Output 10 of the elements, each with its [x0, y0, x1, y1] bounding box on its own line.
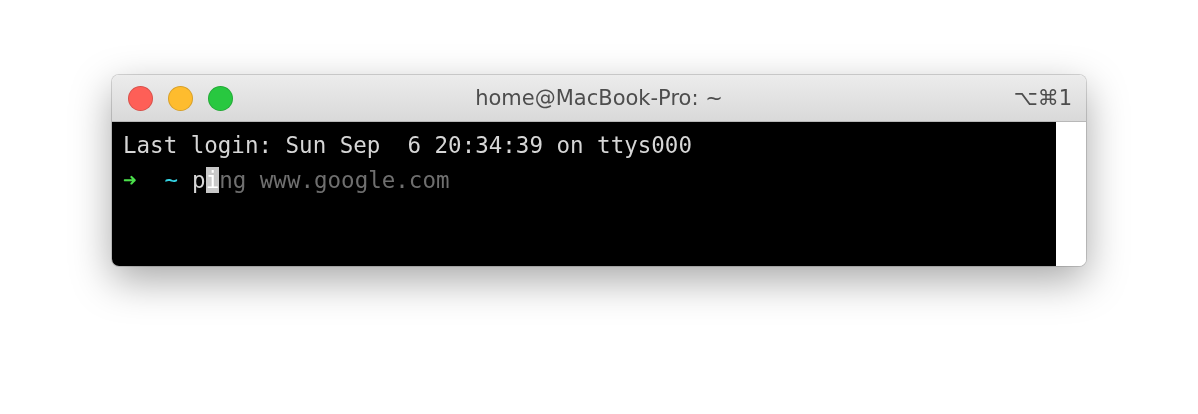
autosuggestion: ng www.google.com: [219, 167, 450, 193]
output-text: Last login: Sun Sep 6 20:34:39 on ttys000: [123, 132, 692, 158]
prompt-directory: ~: [164, 167, 179, 193]
window-title: home@MacBook-Pro: ~: [475, 86, 723, 110]
zoom-button[interactable]: [208, 85, 233, 111]
minimize-button[interactable]: [168, 85, 193, 111]
typed-command: p: [192, 167, 206, 193]
prompt-arrow: ➜: [123, 167, 137, 193]
close-button[interactable]: [128, 85, 153, 111]
shortcut-label: ⌥⌘1: [1013, 86, 1073, 110]
